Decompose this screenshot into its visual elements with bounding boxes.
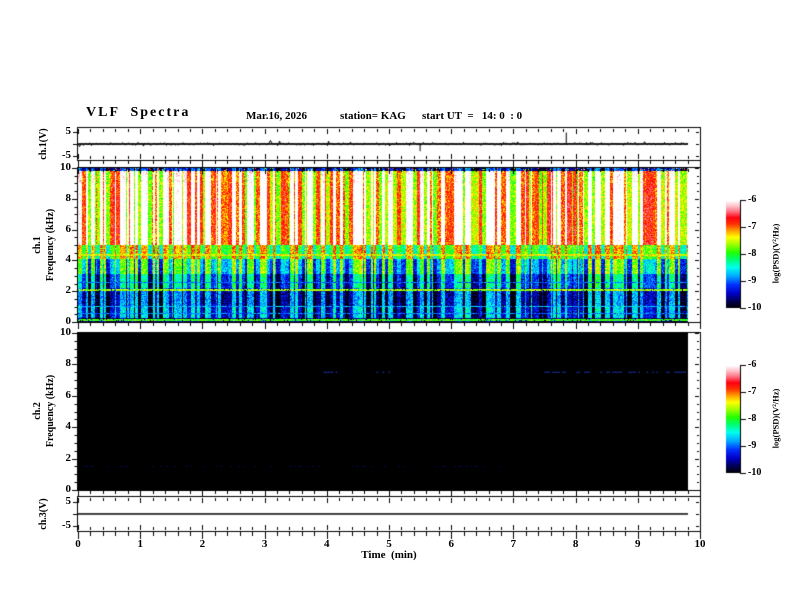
ch1-volt-tick-label: -5 xyxy=(61,149,71,161)
ch3-volt-tick-label: -5 xyxy=(61,519,71,531)
time-tick-label: 4 xyxy=(324,538,330,550)
colorbar2-tick-label: -7 xyxy=(748,386,757,397)
colorbar2-tick-label: -10 xyxy=(748,467,762,478)
spec2-freq-tick-label: 0 xyxy=(65,483,72,495)
time-tick-label: 5 xyxy=(386,538,392,550)
spec1-freq-tick-label: 6 xyxy=(65,222,72,235)
plot-canvas xyxy=(0,0,792,612)
colorbar1-tick-label: -6 xyxy=(748,194,757,205)
spec1-freq-tick-label: 10 xyxy=(60,161,71,173)
time-tick-label: 6 xyxy=(448,538,454,550)
colorbar1-tick-label: -8 xyxy=(748,248,757,259)
time-tick-label: 10 xyxy=(694,538,706,550)
spec2-freq-tick-label: 10 xyxy=(60,326,71,338)
colorbar2-tick-label: -6 xyxy=(748,359,757,370)
spec1-freq-tick-label: 0 xyxy=(65,315,72,327)
page-title: VLF Spectra xyxy=(86,105,191,120)
time-tick-label: 0 xyxy=(75,538,81,550)
ch3-y-axis-label: ch.3(V) xyxy=(37,454,53,574)
station-label: station= KAG xyxy=(340,110,406,122)
time-tick-label: 8 xyxy=(572,538,579,550)
ch1-volt-tick-label: 5 xyxy=(65,125,72,137)
spec1-freq-tick-label: 4 xyxy=(65,253,72,266)
time-tick-label: 9 xyxy=(635,538,641,550)
time-tick-label: 1 xyxy=(137,538,143,550)
date-label: Mar.16, 2026 xyxy=(246,110,308,122)
vlf-spectra-figure: VLF Spectra Mar.16, 2026 station= KAG st… xyxy=(0,0,792,612)
time-tick-label: 3 xyxy=(261,538,268,550)
time-tick-label: 2 xyxy=(199,538,206,550)
spec2-freq-tick-label: 6 xyxy=(65,388,72,401)
time-axis-label: Time (min) xyxy=(361,549,417,561)
colorbar2-tick-label: -8 xyxy=(748,413,757,424)
colorbar1-tick-label: -7 xyxy=(748,221,757,232)
time-tick-label: 7 xyxy=(510,538,517,550)
start-ut-label: start UT = 14: 0 : 0 xyxy=(422,110,523,122)
colorbar1-tick-label: -9 xyxy=(748,275,757,286)
spec2-freq-tick-label: 8 xyxy=(65,357,72,370)
ch3-volt-tick-label: 5 xyxy=(65,495,72,507)
colorbar2-tick-label: -9 xyxy=(748,440,757,451)
spec1-channel-label: ch.1 xyxy=(32,236,43,254)
spec1-freq-tick-label: 8 xyxy=(65,191,72,204)
spec1-freq-tick-label: 2 xyxy=(65,284,72,297)
spec2-freq-tick-label: 2 xyxy=(65,451,72,464)
colorbar1-tick-label: -10 xyxy=(748,302,762,313)
spec2-freq-tick-label: 4 xyxy=(65,420,72,433)
